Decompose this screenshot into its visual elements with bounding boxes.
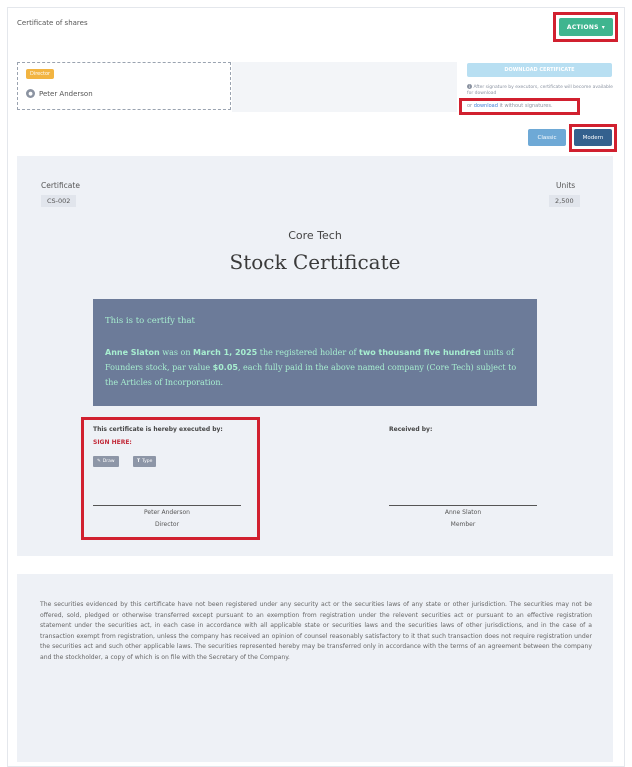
certify-box: This is to certify that Anne Slaton was …: [93, 299, 537, 406]
certificate-label: Certificate: [41, 181, 80, 190]
units-label: Units: [556, 181, 576, 190]
units-words: two thousand five hundred: [359, 348, 481, 357]
certify-intro: This is to certify that: [105, 316, 195, 326]
legend-panel: The securities evidenced by this certifi…: [17, 574, 613, 762]
holder-name: Anne Slaton: [105, 348, 160, 357]
signer-card: Director ● Peter Anderson: [17, 62, 231, 110]
receiver-name: Anne Slaton: [444, 509, 482, 516]
signature-line-receiver: [389, 505, 537, 506]
certify-body: Anne Slaton was on March 1, 2025 the reg…: [105, 348, 517, 387]
download-info-text: After signature by executors, certificat…: [467, 85, 613, 96]
placeholder-strip: [232, 62, 457, 112]
company-name: Core Tech: [288, 229, 342, 242]
legend-text: The securities evidenced by this certifi…: [40, 601, 592, 661]
info-icon: i: [467, 84, 472, 89]
page-title: Certificate of shares: [17, 19, 88, 27]
received-by-label: Received by:: [389, 426, 433, 433]
receiver-role: Member: [450, 521, 476, 528]
par-value: $0.05: [212, 363, 238, 372]
highlight-box-download-link: [459, 98, 580, 115]
issue-date: March 1, 2025: [193, 348, 258, 357]
role-tag: Director: [26, 69, 55, 79]
highlight-box-signature: [81, 417, 260, 540]
classic-view-button[interactable]: Classic: [528, 129, 566, 146]
signer-name: Peter Anderson: [39, 89, 93, 98]
certificate-title: Stock Certificate: [229, 250, 401, 274]
highlight-box-modern: [569, 124, 617, 152]
certificate-id: CS-002: [41, 195, 77, 207]
avatar-icon: ●: [26, 89, 35, 98]
download-info: i After signature by executors, certific…: [467, 84, 617, 97]
units-value: 2,500: [549, 195, 580, 207]
highlight-box-actions: [553, 12, 618, 42]
download-certificate-button[interactable]: DOWNLOAD CERTIFICATE: [467, 63, 612, 77]
